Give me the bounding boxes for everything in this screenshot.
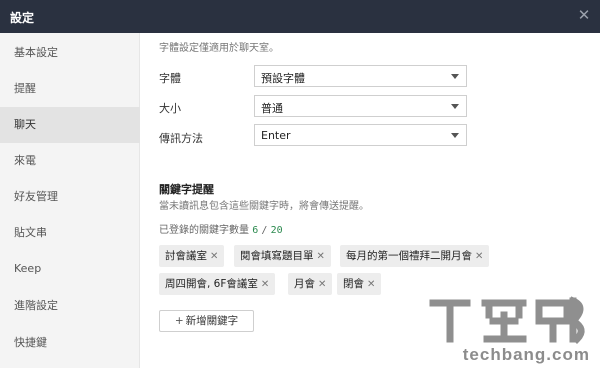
plus-icon: +: [174, 315, 184, 327]
sidebar-item-advanced[interactable]: 進階設定: [0, 288, 140, 324]
keyword-tag-label: 月會: [294, 278, 315, 290]
sidebar-item-calls[interactable]: 來電: [0, 143, 140, 179]
watermark-text: techbang.com: [462, 345, 590, 364]
font-settings-description: 字體設定僅適用於聊天室。: [159, 43, 279, 54]
window-title: 設定: [10, 11, 35, 25]
keyword-tag-label: 周四開會, 6F會議室: [165, 278, 258, 290]
keyword-tag: 周四開會, 6F會議室 ✕: [159, 273, 276, 295]
remove-icon[interactable]: ✕: [210, 251, 218, 262]
keyword-alert-description: 當未讀訊息包含這些關鍵字時，將會傳送提醒。: [159, 201, 369, 212]
chevron-down-icon: [451, 133, 459, 138]
title-bar: 設定 ✕: [0, 0, 600, 33]
size-label: 大小: [159, 102, 181, 115]
send-method-select-value: Enter: [261, 129, 291, 142]
add-keyword-button[interactable]: + 新增關鍵字: [159, 310, 254, 332]
keyword-tag: 每月的第一個禮拜二開月會 ✕: [340, 245, 490, 267]
keyword-tag: 討會議室 ✕: [159, 245, 225, 267]
keyword-count-separator: /: [261, 225, 268, 236]
sidebar-item-timeline[interactable]: 貼文串: [0, 215, 140, 251]
keyword-tag-label: 閱會填寫題目單: [240, 250, 314, 262]
sidebar: 基本設定 提醒 聊天 來電 好友管理 貼文串 Keep 進階設定 快捷鍵: [0, 33, 140, 368]
keyword-count-label: 已登錄的關鍵字數量: [159, 225, 249, 236]
sidebar-item-shortcuts[interactable]: 快捷鍵: [0, 325, 140, 361]
chevron-down-icon: [451, 74, 459, 79]
remove-icon[interactable]: ✕: [475, 251, 483, 262]
sidebar-item-keep[interactable]: Keep: [0, 251, 140, 287]
remove-icon[interactable]: ✕: [261, 279, 269, 290]
add-keyword-label: 新增關鍵字: [185, 315, 239, 327]
sidebar-item-friends[interactable]: 好友管理: [0, 179, 140, 215]
send-method-select[interactable]: Enter: [254, 124, 467, 146]
keyword-tag: 閉會 ✕: [337, 273, 382, 295]
sidebar-item-reminders[interactable]: 提醒: [0, 71, 140, 107]
keyword-count-current: 6: [252, 225, 259, 236]
font-label: 字體: [159, 72, 181, 85]
keyword-tag: 閱會填寫題目單 ✕: [234, 245, 331, 267]
close-icon[interactable]: ✕: [576, 7, 592, 23]
watermark-logo-icon: [429, 296, 585, 344]
keyword-alert-title: 關鍵字提醒: [159, 183, 214, 196]
sidebar-item-basic[interactable]: 基本設定: [0, 35, 140, 71]
size-select-value: 普通: [261, 102, 283, 115]
sidebar-item-chat[interactable]: 聊天: [0, 107, 140, 143]
chevron-down-icon: [451, 104, 459, 109]
keyword-tag: 月會 ✕: [288, 273, 333, 295]
keyword-tag-label: 閉會: [343, 278, 364, 290]
font-select[interactable]: 預設字體: [254, 65, 467, 87]
keyword-tag-label: 討會議室: [165, 250, 207, 262]
keyword-count-max: 20: [270, 225, 283, 236]
site-watermark: techbang.com: [427, 295, 592, 365]
keyword-count: 已登錄的關鍵字數量 6 / 20: [159, 221, 283, 236]
remove-icon[interactable]: ✕: [367, 279, 375, 290]
remove-icon[interactable]: ✕: [318, 279, 326, 290]
font-select-value: 預設字體: [261, 72, 305, 85]
send-method-label: 傳訊方法: [159, 132, 203, 145]
keyword-tag-label: 每月的第一個禮拜二開月會: [346, 250, 472, 262]
remove-icon[interactable]: ✕: [317, 251, 325, 262]
size-select[interactable]: 普通: [254, 95, 467, 117]
